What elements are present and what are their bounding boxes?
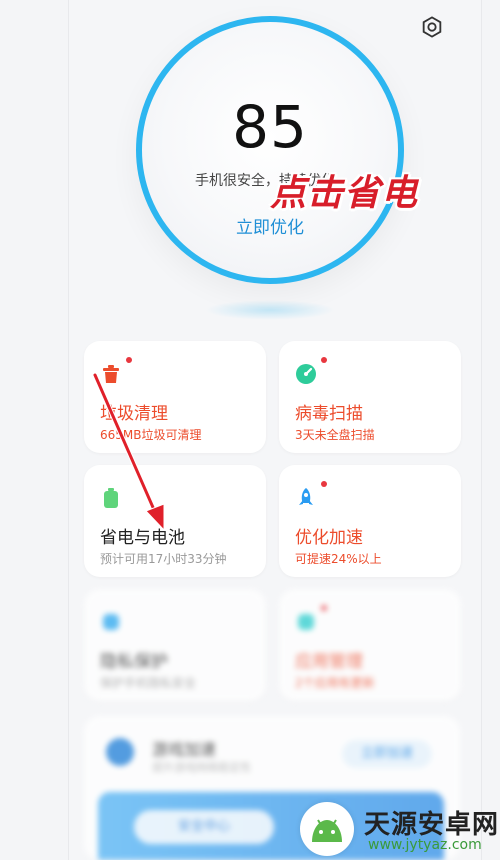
tutorial-arrow bbox=[92, 372, 165, 532]
tutorial-annotation: 点击省电 bbox=[270, 173, 419, 214]
watermark-name: 天源安卓网 bbox=[364, 810, 500, 840]
android-icon bbox=[312, 819, 342, 842]
watermark-url: www.jytyaz.com bbox=[368, 837, 482, 853]
watermark-logo bbox=[300, 802, 354, 856]
